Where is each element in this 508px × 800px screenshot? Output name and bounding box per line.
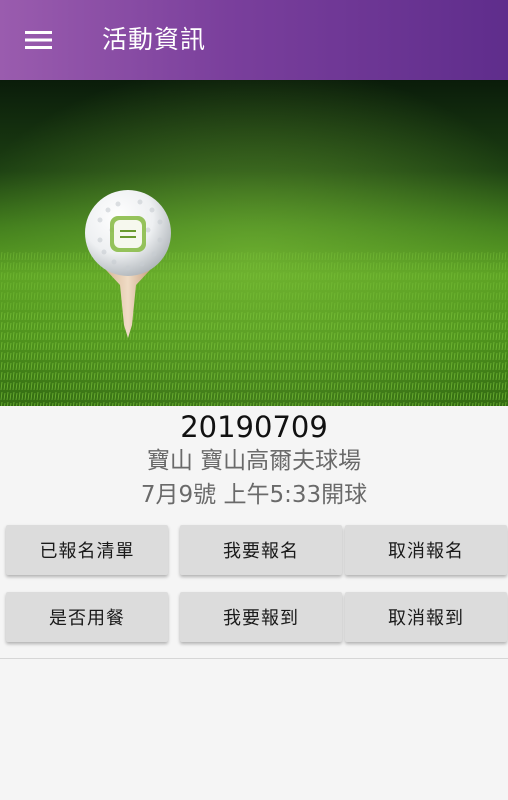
event-info: 20190709 寶山 寶山高爾夫球場 7月9號 上午5:33開球 [0, 406, 508, 512]
registered-list-button[interactable]: 已報名清單 [6, 525, 168, 575]
event-date: 20190709 [180, 410, 328, 444]
cancel-register-button[interactable]: 取消報名 [345, 525, 507, 575]
cancel-check-in-button[interactable]: 取消報到 [345, 592, 507, 642]
hamburger-menu-icon [25, 31, 52, 49]
check-in-button[interactable]: 我要報到 [180, 592, 342, 642]
event-tee-time: 7月9號 上午5:33開球 [140, 482, 368, 508]
page-title: 活動資訊 [102, 25, 207, 54]
golf-ball-photo [0, 80, 508, 406]
register-button[interactable]: 我要報名 [180, 525, 342, 575]
divider [0, 658, 508, 659]
event-location: 寶山 寶山高爾夫球場 [146, 448, 362, 474]
app-bar: 活動資訊 [0, 0, 508, 80]
menu-button[interactable] [14, 20, 64, 60]
hero-image [0, 80, 508, 406]
meal-button[interactable]: 是否用餐 [6, 592, 168, 642]
